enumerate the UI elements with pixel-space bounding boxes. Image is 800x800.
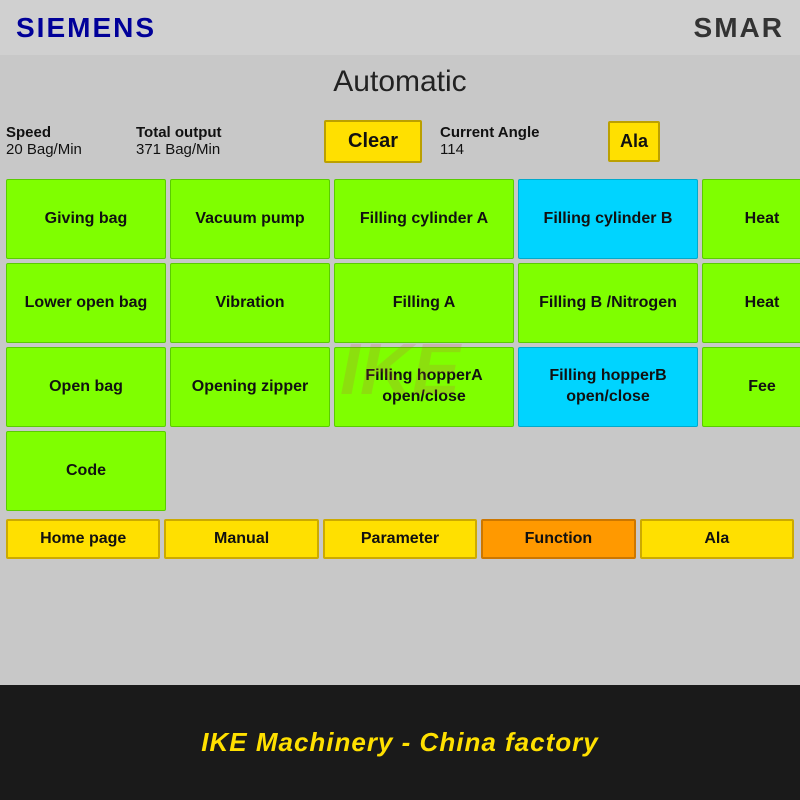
- vibration-cell[interactable]: Vibration: [170, 263, 330, 343]
- empty-4: [702, 431, 800, 511]
- filling-cylinder-b-cell[interactable]: Filling cylinder B: [518, 179, 698, 259]
- speed-block: Speed 20 Bag/Min: [6, 111, 126, 171]
- filling-hopper-b-cell[interactable]: Filling hopperB open/close: [518, 347, 698, 427]
- parameter-button[interactable]: Parameter: [323, 519, 477, 559]
- output-value: 371 Bag/Min: [136, 141, 316, 158]
- info-row: Speed 20 Bag/Min Total output 371 Bag/Mi…: [0, 107, 800, 175]
- giving-bag-cell[interactable]: Giving bag: [6, 179, 166, 259]
- code-cell[interactable]: Code: [6, 431, 166, 511]
- vacuum-pump-cell[interactable]: Vacuum pump: [170, 179, 330, 259]
- angle-block: Current Angle 114: [440, 111, 600, 171]
- filling-cylinder-a-cell[interactable]: Filling cylinder A: [334, 179, 514, 259]
- heat-1-cell[interactable]: Heat: [702, 179, 800, 259]
- angle-label: Current Angle: [440, 124, 600, 141]
- angle-value: 114: [440, 141, 600, 158]
- speed-value: 20 Bag/Min: [6, 141, 126, 158]
- heat-2-cell[interactable]: Heat: [702, 263, 800, 343]
- filling-hopper-a-cell[interactable]: Filling hopperA open/close: [334, 347, 514, 427]
- empty-2: [334, 431, 514, 511]
- empty-3: [518, 431, 698, 511]
- function-button[interactable]: Function: [481, 519, 635, 559]
- function-grid: Giving bag Vacuum pump Filling cylinder …: [0, 175, 800, 515]
- speed-label: Speed: [6, 124, 126, 141]
- empty-1: [170, 431, 330, 511]
- alarm-nav-button[interactable]: Ala: [640, 519, 794, 559]
- siemens-logo: SIEMENS: [16, 12, 156, 44]
- main-screen: IKE Automatic Speed 20 Bag/Min Total out…: [0, 55, 800, 685]
- lower-open-bag-cell[interactable]: Lower open bag: [6, 263, 166, 343]
- opening-zipper-cell[interactable]: Opening zipper: [170, 347, 330, 427]
- clear-button-wrap: Clear: [324, 111, 422, 171]
- manual-button[interactable]: Manual: [164, 519, 318, 559]
- footer: IKE Machinery - China factory: [0, 685, 800, 800]
- bottom-nav: Home page Manual Parameter Function Ala: [0, 515, 800, 563]
- brand-text: SMAR: [694, 12, 784, 44]
- filling-b-nitrogen-cell[interactable]: Filling B /Nitrogen: [518, 263, 698, 343]
- output-label: Total output: [136, 124, 316, 141]
- open-bag-cell[interactable]: Open bag: [6, 347, 166, 427]
- filling-a-cell[interactable]: Filling A: [334, 263, 514, 343]
- clear-button[interactable]: Clear: [324, 120, 422, 163]
- fee-cell[interactable]: Fee: [702, 347, 800, 427]
- top-bar: SIEMENS SMAR: [0, 0, 800, 55]
- output-block: Total output 371 Bag/Min: [136, 111, 316, 171]
- home-page-button[interactable]: Home page: [6, 519, 160, 559]
- alarm-button[interactable]: Ala: [608, 121, 660, 162]
- footer-text: IKE Machinery - China factory: [201, 727, 598, 758]
- alarm-button-wrap: Ala: [608, 111, 794, 171]
- page-title: Automatic: [0, 55, 800, 107]
